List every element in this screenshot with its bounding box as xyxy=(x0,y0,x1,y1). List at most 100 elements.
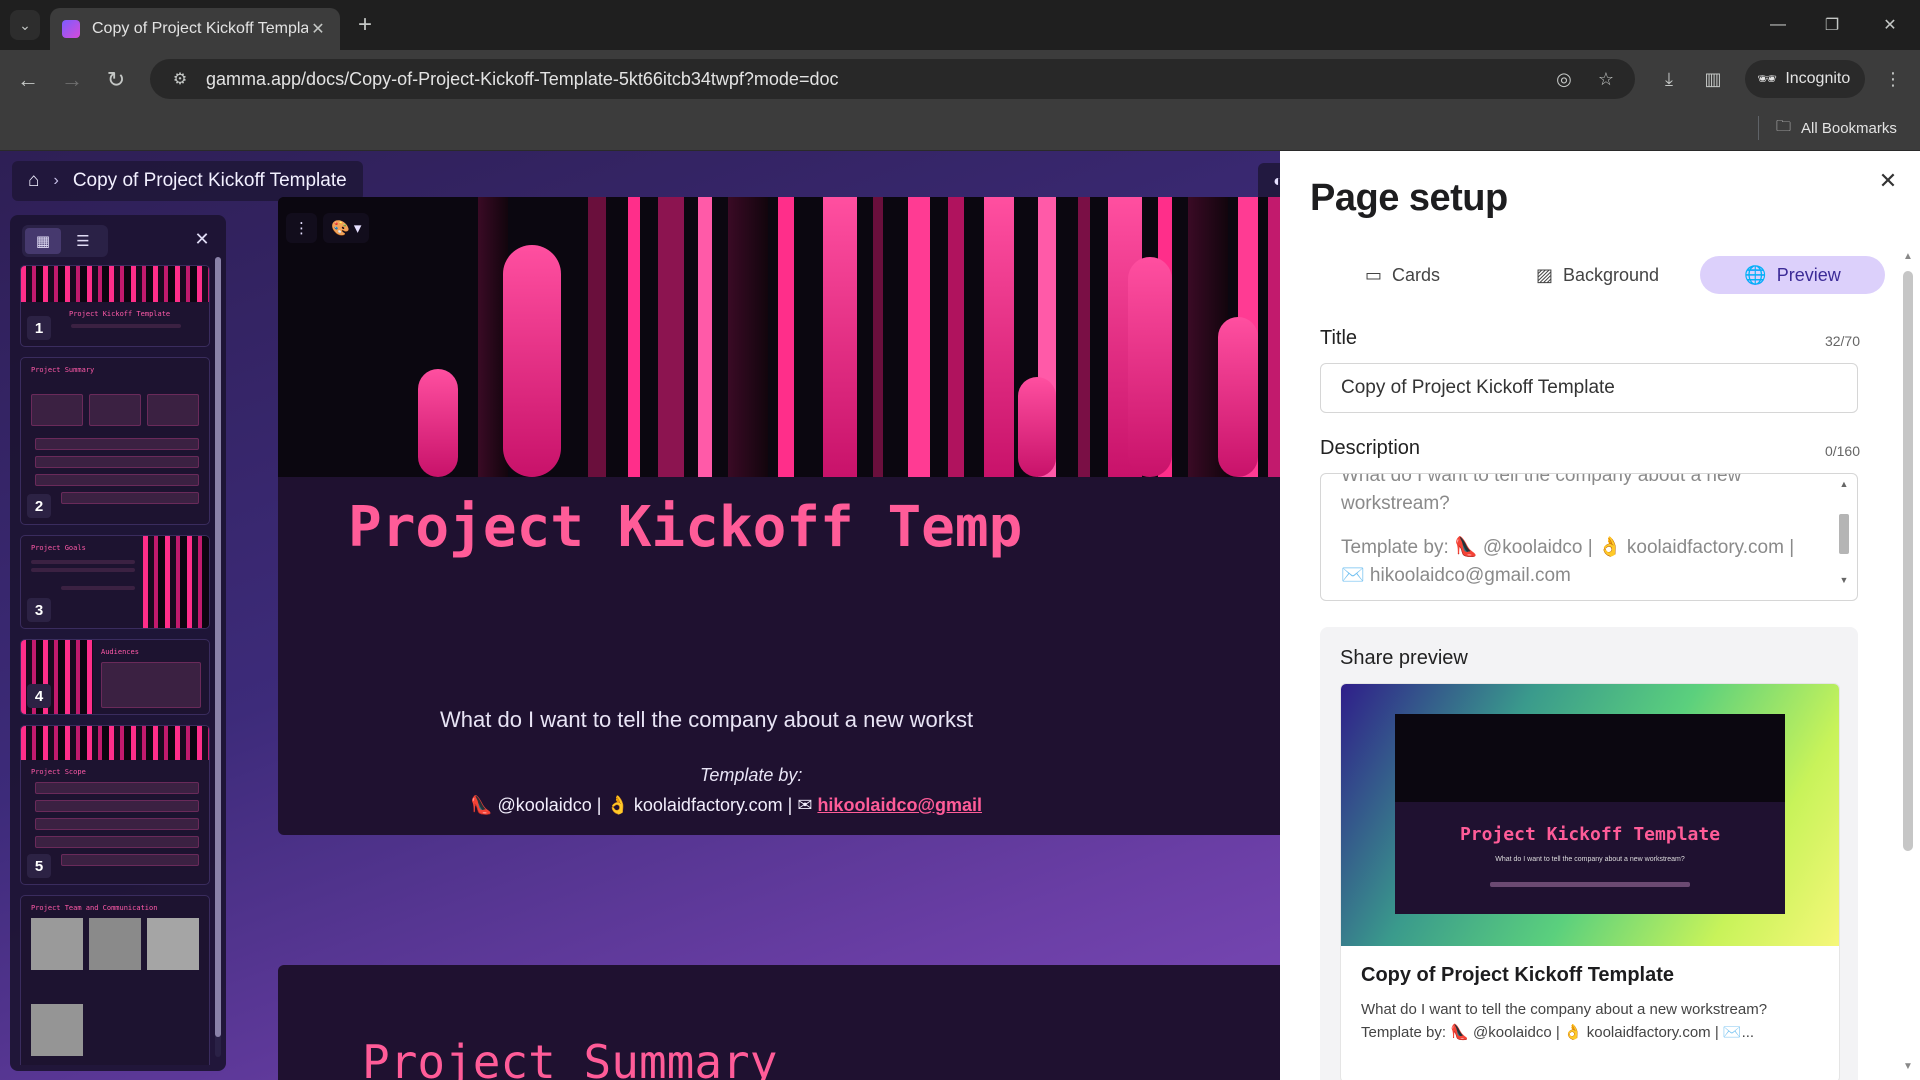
description-line: What do I want to tell the company about… xyxy=(1341,473,1742,514)
minimize-icon[interactable]: — xyxy=(1758,10,1798,40)
share-preview-card: Project Kickoff Template What do I want … xyxy=(1340,683,1840,1080)
credit-site[interactable]: koolaidfactory.com | xyxy=(634,795,792,815)
team-photo-image xyxy=(147,918,199,970)
browser-tab[interactable]: Copy of Project Kickoff Templat ✕ xyxy=(50,8,340,50)
tab-background-label: Background xyxy=(1562,264,1660,285)
window-close-icon[interactable]: ✕ xyxy=(1870,10,1910,40)
description-scrollbar[interactable]: ▲ ▼ xyxy=(1837,478,1851,586)
scroll-up-icon[interactable]: ▲ xyxy=(1837,478,1851,490)
card-style-icon[interactable]: 🎨 ▾ xyxy=(323,213,370,243)
all-bookmarks-button[interactable]: 🗀 All Bookmarks xyxy=(1776,114,1897,142)
thumbnail-text-line xyxy=(35,474,199,486)
scroll-down-icon[interactable]: ▼ xyxy=(1837,574,1851,586)
site-info-icon[interactable]: ⚙ xyxy=(160,69,200,89)
thumbnail-text-line xyxy=(31,560,135,564)
folder-icon: 🗀 xyxy=(1776,117,1792,135)
thumbnail-hero-image xyxy=(21,266,209,302)
thumbnail-text-line xyxy=(35,800,199,812)
new-tab-icon[interactable]: + xyxy=(352,12,378,38)
team-photo-image xyxy=(31,918,83,970)
card-template-by[interactable]: Template by: xyxy=(700,765,802,786)
incognito-badge[interactable]: 🕶 Incognito xyxy=(1745,60,1865,98)
credit-handle[interactable]: @koolaidco | xyxy=(497,795,601,815)
thumbnail-title: Project Kickoff Template xyxy=(69,310,171,318)
tab-search-icon[interactable]: ⌄ xyxy=(10,10,40,40)
share-preview-image: Project Kickoff Template What do I want … xyxy=(1341,684,1839,946)
envelope-icon: ✉ xyxy=(797,795,813,815)
thumbnail-1[interactable]: Project Kickoff Template 1 xyxy=(20,265,210,347)
description-text[interactable]: What do I want to tell the company about… xyxy=(1341,473,1821,600)
drawer-scroll-down-icon[interactable]: ▼ xyxy=(1900,1061,1916,1072)
tab-title: Copy of Project Kickoff Templat xyxy=(92,20,308,37)
thumbnail-number: 2 xyxy=(27,494,51,518)
thumbnail-stat-box xyxy=(147,394,199,426)
thumbnail-table xyxy=(101,662,201,708)
title-input[interactable] xyxy=(1320,363,1858,413)
thumbnail-4[interactable]: Audiences 4 xyxy=(20,639,210,715)
neon-stripes-art xyxy=(278,197,1308,477)
forward-icon[interactable]: → xyxy=(56,64,88,96)
description-scroll-thumb[interactable] xyxy=(1839,514,1849,554)
summary-card-title[interactable]: Project Summary xyxy=(362,1035,777,1080)
tab-preview-label: Preview xyxy=(1776,264,1841,285)
thumbnail-text-line xyxy=(35,782,199,794)
thumbnail-number: 5 xyxy=(27,854,51,878)
download-icon[interactable]: ⤓ xyxy=(1654,64,1684,94)
thumbnail-3[interactable]: Project Goals 3 xyxy=(20,535,210,629)
view-toggle: ▦ ☰ xyxy=(22,225,108,257)
card-title[interactable]: Project Kickoff Temp xyxy=(348,495,1022,560)
thumbnail-title: Project Summary xyxy=(31,366,95,374)
panel-close-icon[interactable]: ✕ xyxy=(190,227,214,251)
summary-card[interactable]: Project Summary xyxy=(278,965,1308,1080)
thumbnail-text-line xyxy=(35,438,199,450)
eye-off-icon[interactable]: ◎ xyxy=(1552,67,1576,91)
drawer-scroll-up-icon[interactable]: ▲ xyxy=(1900,251,1916,262)
share-preview-panel: Share preview Project Kickoff Template W… xyxy=(1320,627,1858,1080)
drawer-scroll-thumb[interactable] xyxy=(1903,271,1913,851)
share-preview-thumbnail: Project Kickoff Template What do I want … xyxy=(1395,714,1785,914)
drawer-scrollbar[interactable]: ▲ ▼ xyxy=(1900,251,1916,1080)
bookmarks-bar xyxy=(0,108,1920,151)
browser-menu-icon[interactable]: ⋮ xyxy=(1878,64,1908,94)
thumbnail-scrollbar[interactable] xyxy=(215,257,221,1057)
tab-close-icon[interactable]: ✕ xyxy=(308,19,328,39)
tab-preview[interactable]: 🌐 Preview xyxy=(1700,256,1885,294)
grid-view-icon[interactable]: ▦ xyxy=(25,228,61,254)
description-textarea[interactable]: What do I want to tell the company about… xyxy=(1320,473,1858,601)
tab-background[interactable]: ▨ Background xyxy=(1505,256,1690,294)
side-panel-icon[interactable]: ▥ xyxy=(1698,64,1728,94)
thumbnail-text-line xyxy=(35,818,199,830)
chevron-right-icon: › xyxy=(53,172,59,189)
card-hero-image xyxy=(278,197,1308,477)
tab-cards[interactable]: ▭ Cards xyxy=(1310,256,1495,294)
credit-email-link[interactable]: hikoolaidco@gmail xyxy=(817,795,982,815)
page-setup-tabs: ▭ Cards ▨ Background 🌐 Preview xyxy=(1310,256,1885,296)
home-icon[interactable]: ⌂ xyxy=(28,170,39,192)
share-preview-inner-title: Project Kickoff Template xyxy=(1459,824,1721,845)
bookmarks-divider xyxy=(1758,116,1759,140)
back-icon[interactable]: ← xyxy=(12,64,44,96)
thumbnail-2[interactable]: Project Summary 2 xyxy=(20,357,210,525)
description-label: Description xyxy=(1320,437,1421,459)
card-subtitle[interactable]: What do I want to tell the company about… xyxy=(440,707,973,733)
address-bar[interactable]: ⚙ gamma.app/docs/Copy-of-Project-Kickoff… xyxy=(150,59,1635,99)
reload-icon[interactable]: ↻ xyxy=(100,64,132,96)
thumbnail-hero-image xyxy=(21,726,209,760)
drawer-close-icon[interactable]: ✕ xyxy=(1872,165,1904,197)
thumbnail-scroll-thumb[interactable] xyxy=(215,257,221,1037)
bookmark-star-icon[interactable]: ☆ xyxy=(1594,67,1618,91)
card-menu-icon[interactable]: ⋮ xyxy=(286,213,317,243)
restore-icon[interactable]: ❐ xyxy=(1812,10,1852,40)
breadcrumb-doc-title[interactable]: Copy of Project Kickoff Template xyxy=(73,170,347,192)
thumbnail-6[interactable]: Project Team and Communication xyxy=(20,895,210,1065)
thumbnail-title: Project Scope xyxy=(31,768,86,776)
list-view-icon[interactable]: ☰ xyxy=(65,228,101,254)
description-line: Template by: 👠 @koolaidco | 👌 koolaidfac… xyxy=(1341,537,1795,586)
share-preview-description: What do I want to tell the company about… xyxy=(1361,1001,1768,1041)
thumbnail-title: Project Team and Communication xyxy=(31,904,158,912)
page-setup-drawer: Page setup ✕ ▭ Cards ▨ Background 🌐 Prev… xyxy=(1280,151,1920,1080)
url-text[interactable]: gamma.app/docs/Copy-of-Project-Kickoff-T… xyxy=(206,69,838,90)
share-preview-hero xyxy=(1395,714,1785,802)
thumbnail-text-line xyxy=(35,836,199,848)
thumbnail-5[interactable]: Project Scope 5 xyxy=(20,725,210,885)
